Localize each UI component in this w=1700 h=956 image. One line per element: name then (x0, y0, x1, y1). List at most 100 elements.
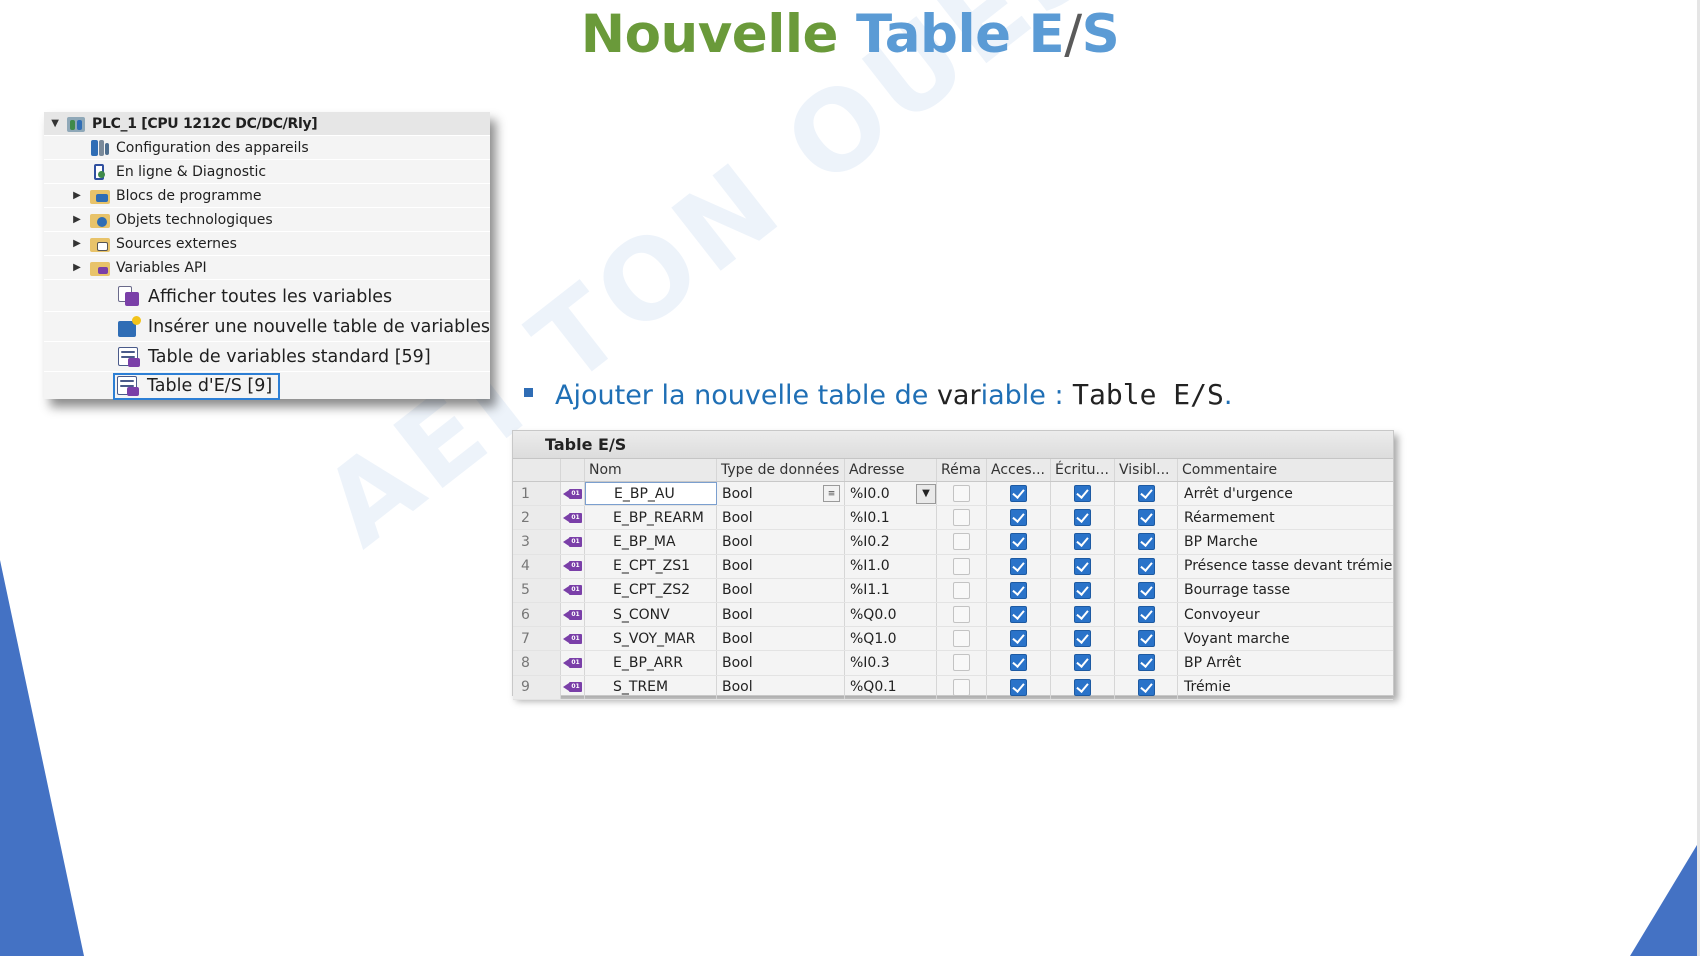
address-cell[interactable]: %I0.1 (845, 506, 937, 530)
retain-checkbox[interactable] (953, 509, 970, 527)
data-type-cell[interactable]: Bool (717, 627, 845, 651)
tree-subitem-show-all-tags[interactable]: Afficher toutes les variables (44, 282, 490, 312)
table-row[interactable]: 2 01 E_BP_REARM Bool %I0.1 Réarmement (513, 506, 1393, 531)
comment-cell[interactable]: Réarmement (1178, 506, 1393, 529)
retain-checkbox[interactable] (953, 557, 970, 575)
column-header[interactable]: Écritu... (1051, 459, 1115, 481)
column-header[interactable]: Acces... (987, 459, 1051, 481)
visible-checkbox[interactable] (1137, 557, 1155, 575)
tag-name-cell[interactable]: E_BP_MA (585, 530, 717, 554)
table-row[interactable]: 1 01 E_BP_AU Bool ≡ %I0.0 ▼ Arrêt d'urgence (513, 482, 1393, 507)
address-cell[interactable]: %Q0.0 (845, 602, 937, 627)
visible-checkbox[interactable] (1137, 533, 1155, 551)
visible-checkbox[interactable] (1137, 485, 1155, 503)
address-cell[interactable]: %I1.1 (845, 578, 937, 602)
retain-checkbox[interactable] (953, 581, 970, 599)
visible-checkbox[interactable] (1137, 630, 1155, 648)
tree-item-external-sources[interactable]: ▶ Sources externes (44, 232, 490, 256)
table-row[interactable]: 9 01 S_TREM Bool %Q0.1 Trémie (513, 675, 1393, 700)
column-header[interactable]: Type de données (717, 459, 845, 481)
tag-name-cell[interactable]: E_CPT_ZS2 (585, 578, 717, 602)
tree-subitem-add-tag-table[interactable]: Insérer une nouvelle table de variables (44, 312, 490, 342)
writable-checkbox[interactable] (1074, 533, 1091, 551)
expand-right-icon[interactable]: ▶ (72, 190, 82, 201)
expand-right-icon[interactable]: ▶ (72, 214, 82, 225)
writable-checkbox[interactable] (1074, 581, 1091, 599)
type-list-icon[interactable]: ≡ (823, 485, 840, 503)
data-type-cell[interactable]: Bool (717, 506, 845, 530)
retain-checkbox[interactable] (953, 630, 970, 648)
data-type-cell[interactable]: Bool (717, 651, 845, 675)
data-type-cell[interactable]: Bool (717, 554, 845, 578)
comment-cell[interactable]: BP Marche (1178, 530, 1393, 553)
visible-checkbox[interactable] (1137, 654, 1155, 672)
visible-checkbox[interactable] (1137, 509, 1155, 527)
tag-name-cell[interactable]: S_CONV (585, 602, 717, 627)
retain-checkbox[interactable] (953, 485, 970, 503)
accessible-checkbox[interactable] (1010, 654, 1027, 672)
tag-name-cell[interactable]: S_VOY_MAR (585, 627, 717, 651)
tree-item-device-config[interactable]: Configuration des appareils (44, 136, 490, 160)
address-cell[interactable]: %I1.0 (845, 554, 937, 578)
table-row[interactable]: 8 01 E_BP_ARR Bool %I0.3 BP Arrêt (513, 651, 1393, 676)
column-header[interactable]: Adresse (845, 459, 937, 481)
tree-item-online-diagnostic[interactable]: En ligne & Diagnostic (44, 160, 490, 184)
visible-checkbox[interactable] (1137, 581, 1155, 599)
table-row[interactable]: 3 01 E_BP_MA Bool %I0.2 BP Marche (513, 530, 1393, 555)
tag-name-cell[interactable]: S_TREM (585, 675, 717, 699)
accessible-checkbox[interactable] (1010, 606, 1027, 624)
table-row[interactable]: 7 01 S_VOY_MAR Bool %Q1.0 Voyant marche (513, 627, 1393, 652)
writable-checkbox[interactable] (1074, 485, 1091, 503)
tree-subitem-io-table[interactable]: Table d'E/S [9] (44, 371, 490, 401)
tree-item-program-blocks[interactable]: ▶ Blocs de programme (44, 184, 490, 208)
writable-checkbox[interactable] (1074, 654, 1091, 672)
comment-cell[interactable]: Convoyeur (1178, 603, 1393, 626)
accessible-checkbox[interactable] (1010, 678, 1027, 696)
retain-checkbox[interactable] (953, 678, 970, 696)
expand-down-icon[interactable]: ▼ (50, 118, 60, 129)
data-type-cell[interactable]: Bool (717, 530, 845, 554)
retain-checkbox[interactable] (953, 654, 970, 672)
tree-item-plc-tags[interactable]: ▶ Variables API (44, 256, 490, 280)
retain-checkbox[interactable] (953, 533, 970, 551)
visible-checkbox[interactable] (1137, 606, 1155, 624)
tag-name-cell[interactable]: E_BP_REARM (585, 506, 717, 530)
table-row[interactable]: 5 01 E_CPT_ZS2 Bool %I1.1 Bourrage tasse (513, 578, 1393, 603)
address-cell[interactable]: %Q0.1 (845, 675, 937, 699)
visible-checkbox[interactable] (1137, 678, 1155, 696)
tree-root-plc[interactable]: ▼ PLC_1 [CPU 1212C DC/DC/Rly] (44, 112, 490, 136)
writable-checkbox[interactable] (1074, 557, 1091, 575)
chevron-down-icon[interactable]: ▼ (916, 483, 936, 504)
writable-checkbox[interactable] (1074, 606, 1091, 624)
data-type-cell[interactable]: Bool (717, 578, 845, 602)
writable-checkbox[interactable] (1074, 509, 1091, 527)
accessible-checkbox[interactable] (1010, 630, 1027, 648)
column-header[interactable]: Commentaire (1178, 459, 1393, 481)
table-row[interactable]: 6 01 S_CONV Bool %Q0.0 Convoyeur (513, 602, 1393, 628)
tree-item-technology-objects[interactable]: ▶ Objets technologiques (44, 208, 490, 232)
comment-cell[interactable]: Arrêt d'urgence (1178, 482, 1393, 505)
column-header[interactable]: Visibl... (1115, 459, 1178, 481)
accessible-checkbox[interactable] (1010, 557, 1027, 575)
comment-cell[interactable]: Présence tasse devant trémie (1178, 555, 1393, 578)
accessible-checkbox[interactable] (1010, 509, 1027, 527)
expand-right-icon[interactable]: ▶ (72, 238, 82, 249)
tag-name-cell[interactable]: E_CPT_ZS1 (585, 554, 717, 578)
data-type-cell[interactable]: Bool (717, 602, 845, 627)
tag-name-cell[interactable]: E_BP_ARR (585, 651, 717, 675)
data-type-cell[interactable]: Bool (717, 675, 845, 699)
accessible-checkbox[interactable] (1010, 581, 1027, 599)
selected-io-table[interactable]: Table d'E/S [9] (113, 372, 281, 400)
tag-name-cell[interactable]: E_BP_AU (585, 482, 717, 506)
retain-checkbox[interactable] (953, 606, 970, 624)
expand-right-icon[interactable]: ▶ (72, 262, 82, 273)
accessible-checkbox[interactable] (1010, 533, 1027, 551)
tree-subitem-standard-tag-table[interactable]: Table de variables standard [59] (44, 342, 490, 372)
accessible-checkbox[interactable] (1010, 485, 1027, 503)
address-cell[interactable]: %I0.3 (845, 651, 937, 675)
address-cell[interactable]: %I0.0 ▼ (845, 482, 937, 506)
column-header[interactable]: Nom (585, 459, 717, 481)
comment-cell[interactable]: Voyant marche (1178, 627, 1393, 650)
table-row[interactable]: 4 01 E_CPT_ZS1 Bool %I1.0 Présence tasse deva… (513, 554, 1393, 579)
comment-cell[interactable]: BP Arrêt (1178, 651, 1393, 674)
